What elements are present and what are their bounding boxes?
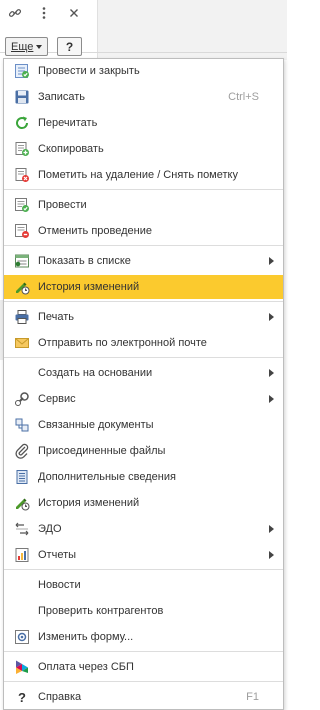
menu-item-service[interactable]: Сервис (4, 387, 283, 411)
menu-item-check-counterparties[interactable]: Проверить контрагентов (4, 599, 283, 623)
menu-item-label: Провести и закрыть (38, 65, 140, 77)
post-and-close-icon (14, 63, 30, 79)
menu-item-unpost[interactable]: Отменить проведение (4, 219, 283, 243)
show-in-list-icon (14, 253, 30, 269)
menu-separator (4, 681, 283, 682)
submenu-arrow-icon (269, 525, 274, 533)
edo-icon (14, 521, 30, 537)
menu-item-attached-files[interactable]: Присоединенные файлы (4, 439, 283, 463)
submenu-arrow-icon (269, 395, 274, 403)
print-icon (14, 309, 30, 325)
post-icon (14, 197, 30, 213)
menu-item-label: Связанные документы (38, 419, 154, 431)
menu-item-reports[interactable]: Отчеты (4, 543, 283, 567)
menu-item-label: Проверить контрагентов (38, 605, 164, 617)
menu-item-label: Перечитать (38, 117, 98, 129)
menu-item-send-email[interactable]: Отправить по электронной почте (4, 331, 283, 355)
service-icon (14, 391, 30, 407)
submenu-arrow-icon (269, 551, 274, 559)
menu-item-label: ЭДО (38, 523, 62, 535)
form-header-area (97, 0, 287, 60)
menu-item-label: Отчеты (38, 549, 77, 561)
menu-item-label: Печать (38, 311, 75, 323)
svg-text:?: ? (18, 690, 26, 705)
menu-item-label: Новости (38, 579, 81, 591)
menu-separator (4, 245, 283, 246)
reread-icon (14, 115, 30, 131)
menu-item-label: Справка (38, 691, 82, 703)
menu-item-reread[interactable]: Перечитать (4, 111, 283, 135)
copy-icon (14, 141, 30, 157)
more-button-label: Еще (11, 40, 34, 53)
menu-item-print[interactable]: Печать (4, 305, 283, 329)
save-icon (14, 89, 30, 105)
menu-item-edo[interactable]: ЭДО (4, 517, 283, 541)
menu-item-label: Провести (38, 199, 87, 211)
menu-separator (4, 189, 283, 190)
attachment-icon (14, 443, 30, 459)
menu-item-label: Отменить проведение (38, 225, 152, 237)
window-titlebar-controls (0, 0, 97, 30)
menu-item-label: Дополнительные сведения (38, 471, 176, 483)
submenu-arrow-icon (269, 313, 274, 321)
menu-item-change-form[interactable]: Изменить форму... (4, 625, 283, 649)
change-form-icon (14, 629, 30, 645)
reports-icon (14, 547, 30, 563)
menu-item-label: Пометить на удаление / Снять пометку (38, 169, 238, 181)
menu-separator (4, 651, 283, 652)
menu-item-label: Сервис (38, 393, 76, 405)
history-icon (14, 495, 30, 511)
submenu-arrow-icon (269, 369, 274, 377)
menu-item-label: Записать (38, 91, 86, 103)
email-icon (14, 335, 30, 351)
chevron-down-icon (34, 39, 44, 54)
menu-separator (4, 569, 283, 570)
menu-item-history[interactable]: История изменений (4, 491, 283, 515)
menu-item-history-highlighted[interactable]: История изменений (4, 275, 283, 299)
more-vertical-icon[interactable] (36, 5, 52, 21)
help-icon: ? (14, 689, 30, 705)
menu-item-label: Создать на основании (38, 367, 153, 379)
menu-item-label: Показать в списке (38, 255, 131, 267)
menu-item-additional-info[interactable]: Дополнительные сведения (4, 465, 283, 489)
more-button[interactable]: Еще (5, 37, 48, 56)
menu-separator (4, 301, 283, 302)
menu-item-copy[interactable]: Скопировать (4, 137, 283, 161)
shortcut-label: F1 (246, 691, 259, 703)
more-dropdown-menu: Провести и закрыть Записать Ctrl+S Переч… (3, 58, 284, 710)
menu-item-help[interactable]: ? Справка F1 (4, 685, 283, 709)
menu-item-mark-delete[interactable]: Пометить на удаление / Снять пометку (4, 163, 283, 187)
menu-separator (4, 357, 283, 358)
shortcut-label: Ctrl+S (228, 91, 259, 103)
submenu-arrow-icon (269, 257, 274, 265)
menu-item-label: Оплата через СБП (38, 661, 134, 673)
unpost-icon (14, 223, 30, 239)
menu-item-label: История изменений (38, 497, 140, 509)
history-icon (14, 279, 30, 295)
menu-item-linked-documents[interactable]: Связанные документы (4, 413, 283, 437)
menu-item-post[interactable]: Провести (4, 193, 283, 217)
menu-item-news[interactable]: Новости (4, 573, 283, 597)
menu-item-label: Скопировать (38, 143, 104, 155)
menu-item-label: История изменений (38, 281, 140, 293)
additional-info-icon (14, 469, 30, 485)
menu-item-show-in-list[interactable]: Показать в списке (4, 249, 283, 273)
help-button[interactable]: ? (57, 37, 82, 56)
linked-docs-icon (14, 417, 30, 433)
menu-item-sbp-payment[interactable]: Оплата через СБП (4, 655, 283, 679)
link-icon[interactable] (7, 5, 23, 21)
sbp-icon (14, 659, 30, 675)
close-icon[interactable] (66, 5, 82, 21)
menu-item-create-based-on[interactable]: Создать на основании (4, 361, 283, 385)
menu-item-save[interactable]: Записать Ctrl+S (4, 85, 283, 109)
menu-item-post-and-close[interactable]: Провести и закрыть (4, 59, 283, 83)
menu-item-label: Изменить форму... (38, 631, 134, 643)
mark-delete-icon (14, 167, 30, 183)
menu-item-label: Отправить по электронной почте (38, 337, 207, 349)
menu-item-label: Присоединенные файлы (38, 445, 166, 457)
